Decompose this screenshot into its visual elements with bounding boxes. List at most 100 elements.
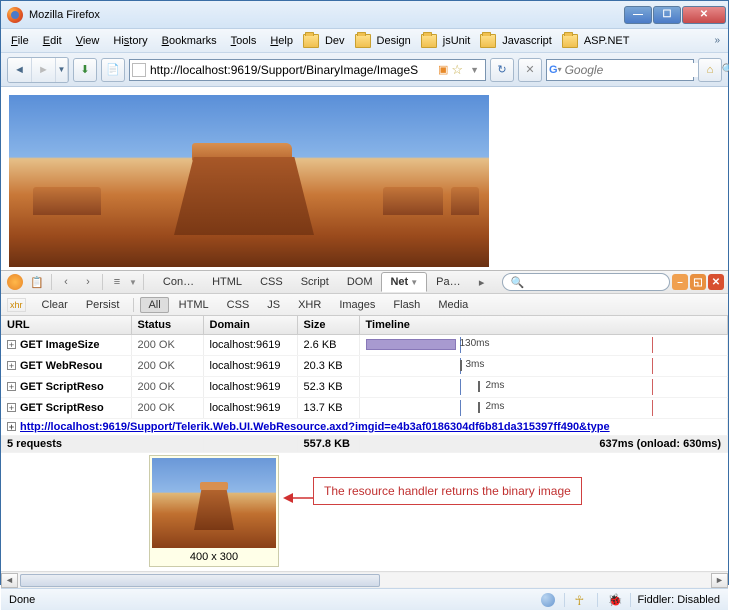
back-button[interactable]: ◄	[8, 58, 32, 82]
menu-file[interactable]: File	[5, 33, 35, 49]
window-title: Mozilla Firefox	[29, 9, 624, 21]
bookmark-jsunit[interactable]: jsUnit	[441, 35, 477, 47]
thumbnail-image	[152, 458, 276, 548]
menu-help[interactable]: Help	[264, 33, 299, 49]
net-table: URL Status Domain Size Timeline +GET Ima…	[1, 316, 728, 453]
tab-css[interactable]: CSS	[251, 272, 292, 292]
firebug-close-icon[interactable]: ✕	[708, 274, 724, 290]
nav-toolbar: ◄ ► ▼ ⬇ 📄 ▣ ☆ ▼ ↻ ✕ G ▾ 🔍 ⌂	[1, 53, 728, 87]
bookmark-javascript[interactable]: Javascript	[500, 35, 558, 47]
firefox-icon	[7, 7, 23, 23]
bookmark-dev[interactable]: Dev	[323, 35, 351, 47]
folder-icon[interactable]	[303, 34, 319, 48]
search-bar[interactable]: G ▾ 🔍	[546, 59, 694, 81]
menu-bookmarks[interactable]: Bookmarks	[156, 33, 223, 49]
tab-html[interactable]: HTML	[203, 272, 251, 292]
tab-script[interactable]: Script	[292, 272, 338, 292]
folder-icon[interactable]	[562, 34, 578, 48]
tab-console[interactable]: Con…	[154, 272, 203, 292]
filter-html[interactable]: HTML	[171, 297, 217, 313]
filter-js[interactable]: JS	[259, 297, 288, 313]
table-row[interactable]: +GET WebResou 200 OKlocalhost:961920.3 K…	[1, 356, 728, 377]
ankh-icon[interactable]: ☥	[574, 593, 588, 607]
bookmark-aspnet[interactable]: ASP.NET	[582, 35, 636, 47]
tab-scroll-icon[interactable]: ▸	[472, 273, 492, 291]
close-button[interactable]: ✕	[682, 6, 726, 24]
horizontal-scrollbar[interactable]: ◄ ►	[1, 571, 728, 588]
scroll-left-icon[interactable]: ◄	[1, 573, 18, 588]
stop-button[interactable]: ✕	[518, 58, 542, 82]
net-persist[interactable]: Persist	[78, 297, 128, 313]
maximize-button[interactable]: ☐	[653, 6, 681, 24]
history-dropdown-icon[interactable]: ▼	[56, 58, 68, 82]
tab-dom[interactable]: DOM	[338, 272, 382, 292]
menu-edit[interactable]: Edit	[37, 33, 68, 49]
table-summary: 5 requests 557.8 KB 637ms (onload: 630ms…	[1, 436, 728, 453]
next-icon[interactable]: ›	[78, 273, 98, 291]
scroll-right-icon[interactable]: ►	[711, 573, 728, 588]
firebug-minimize-icon[interactable]: –	[672, 274, 688, 290]
minimize-button[interactable]: —	[624, 6, 652, 24]
folder-icon[interactable]	[355, 34, 371, 48]
search-go-icon[interactable]: 🔍	[722, 63, 729, 76]
reload-button[interactable]: ↻	[490, 58, 514, 82]
menu-history[interactable]: History	[107, 33, 153, 49]
hero-image	[9, 95, 489, 267]
col-timeline: Timeline	[359, 316, 728, 335]
filter-media[interactable]: Media	[430, 297, 476, 313]
table-row[interactable]: +GET ImageSize 200 OKlocalhost:96192.6 K…	[1, 335, 728, 356]
filter-images[interactable]: Images	[331, 297, 383, 313]
fiddler-status: Fiddler: Disabled	[637, 594, 720, 606]
globe-icon[interactable]	[541, 593, 555, 607]
folder-icon[interactable]	[421, 34, 437, 48]
rss-icon[interactable]: ▣	[438, 63, 448, 76]
table-header[interactable]: URL Status Domain Size Timeline	[1, 316, 728, 335]
statusbar: Done ☥ 🐞 Fiddler: Disabled	[1, 588, 728, 610]
firebug-icon[interactable]	[5, 273, 25, 291]
url-dropdown-icon[interactable]: ▼	[466, 65, 483, 75]
forward-button[interactable]: ►	[32, 58, 56, 82]
page-icon	[132, 63, 146, 77]
status-text: Done	[9, 594, 35, 606]
download-button[interactable]: ⬇	[73, 58, 97, 82]
inspect-icon[interactable]: 📋	[27, 273, 47, 291]
ladybug-icon[interactable]: 🐞	[607, 593, 621, 607]
col-url: URL	[1, 316, 131, 335]
menu-tools[interactable]: Tools	[225, 33, 263, 49]
menubar: File Edit View History Bookmarks Tools H…	[1, 29, 728, 53]
url-input[interactable]	[150, 63, 438, 77]
filter-all[interactable]: All	[140, 297, 168, 313]
page-content	[1, 87, 728, 270]
bookmark-star-icon[interactable]: ☆	[448, 62, 466, 78]
url-bar[interactable]: ▣ ☆ ▼	[129, 59, 486, 81]
tab-page[interactable]: Pa…	[427, 272, 469, 292]
table-row[interactable]: +GET ScriptReso 200 OKlocalhost:961913.7…	[1, 398, 728, 419]
col-domain: Domain	[203, 316, 297, 335]
prev-icon[interactable]: ‹	[56, 273, 76, 291]
home-button[interactable]: ⌂	[698, 58, 722, 82]
page-action-button[interactable]: 📄	[101, 58, 125, 82]
firebug-toolbar: 📋 ‹ › ≡ ▼ Con… HTML CSS Script DOM Net▼ …	[1, 270, 728, 294]
filter-flash[interactable]: Flash	[385, 297, 428, 313]
firebug-search[interactable]: 🔍	[502, 273, 670, 291]
scroll-thumb[interactable]	[20, 574, 380, 587]
col-size: Size	[297, 316, 359, 335]
annotation-callout: The resource handler returns the binary …	[313, 477, 582, 505]
google-icon: G	[549, 63, 558, 77]
col-status: Status	[131, 316, 203, 335]
tab-net[interactable]: Net▼	[381, 272, 427, 292]
firebug-popout-icon[interactable]: ◱	[690, 274, 706, 290]
filter-css[interactable]: CSS	[219, 297, 258, 313]
bookmark-design[interactable]: Design	[375, 35, 417, 47]
xhr-icon[interactable]: xhr	[7, 298, 26, 312]
filter-xhr[interactable]: XHR	[290, 297, 329, 313]
folder-icon[interactable]	[480, 34, 496, 48]
image-preview-tooltip: 400 x 300	[149, 455, 279, 567]
menu-icon[interactable]: ≡	[107, 273, 127, 291]
arrow-icon	[283, 489, 317, 507]
table-row-link[interactable]: +http://localhost:9619/Support/Telerik.W…	[1, 419, 728, 436]
net-clear[interactable]: Clear	[34, 297, 76, 313]
menu-view[interactable]: View	[70, 33, 106, 49]
overflow-chevron-icon[interactable]: »	[710, 35, 724, 46]
table-row[interactable]: +GET ScriptReso 200 OKlocalhost:961952.3…	[1, 377, 728, 398]
